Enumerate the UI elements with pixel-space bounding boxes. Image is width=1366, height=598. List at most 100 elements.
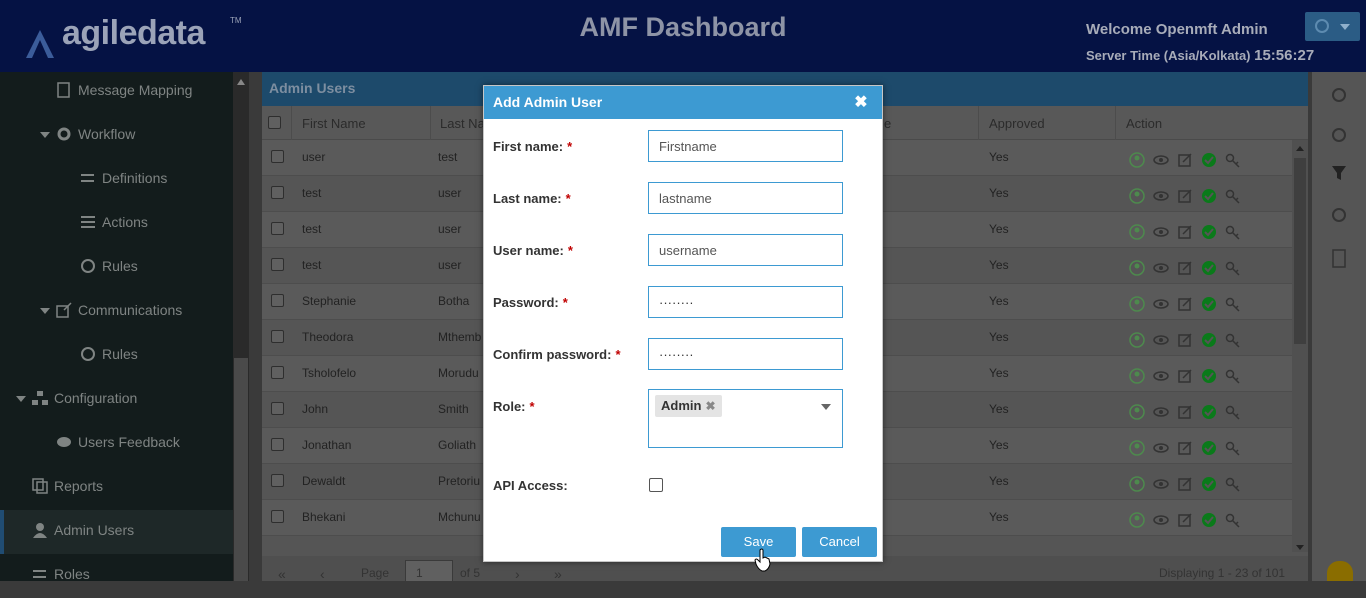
row-checkbox[interactable] bbox=[271, 222, 284, 235]
check-circle-icon[interactable] bbox=[1201, 296, 1217, 312]
scroll-up-icon[interactable] bbox=[1296, 146, 1304, 151]
last-page-icon[interactable]: » bbox=[554, 566, 562, 582]
first-page-icon[interactable]: « bbox=[278, 566, 286, 582]
role-select[interactable]: Admin ✖ bbox=[648, 389, 843, 448]
check-circle-icon[interactable] bbox=[1201, 368, 1217, 384]
eye-icon[interactable] bbox=[1153, 152, 1169, 168]
sidebar-item-reports[interactable]: Reports bbox=[0, 466, 233, 510]
key-icon[interactable] bbox=[1225, 224, 1241, 240]
page-number-input[interactable]: 1 bbox=[405, 560, 453, 582]
cancel-button[interactable]: Cancel bbox=[802, 527, 877, 557]
key-icon[interactable] bbox=[1225, 332, 1241, 348]
scrollbar-thumb[interactable] bbox=[1294, 158, 1306, 344]
eye-icon[interactable] bbox=[1153, 332, 1169, 348]
sidebar-item-definitions[interactable]: Definitions bbox=[0, 158, 233, 202]
edit-icon[interactable] bbox=[1177, 188, 1193, 204]
key-icon[interactable] bbox=[1225, 260, 1241, 276]
user-name-field[interactable] bbox=[648, 234, 843, 266]
user-circle-icon[interactable] bbox=[1129, 404, 1145, 420]
sidebar-item-message-mapping[interactable]: Message Mapping bbox=[0, 70, 233, 114]
prev-page-icon[interactable]: ‹ bbox=[320, 566, 325, 582]
row-checkbox[interactable] bbox=[271, 510, 284, 523]
scroll-up-icon[interactable] bbox=[237, 79, 245, 85]
row-checkbox[interactable] bbox=[271, 474, 284, 487]
eye-icon[interactable] bbox=[1153, 368, 1169, 384]
row-checkbox[interactable] bbox=[271, 150, 284, 163]
sidebar-item-configuration[interactable]: Configuration bbox=[0, 378, 233, 422]
sidebar-item-rules[interactable]: Rules bbox=[0, 334, 233, 378]
key-icon[interactable] bbox=[1225, 512, 1241, 528]
check-circle-icon[interactable] bbox=[1201, 152, 1217, 168]
eye-icon[interactable] bbox=[1153, 260, 1169, 276]
confirm-password-field[interactable] bbox=[648, 338, 843, 370]
chevron-down-icon[interactable] bbox=[821, 404, 831, 410]
column-last-name[interactable]: Last Na bbox=[440, 116, 485, 131]
scrollbar-thumb[interactable] bbox=[234, 358, 248, 581]
first-name-field[interactable] bbox=[648, 130, 843, 162]
row-checkbox[interactable] bbox=[271, 402, 284, 415]
sidebar-item-actions[interactable]: Actions bbox=[0, 202, 233, 246]
close-icon[interactable]: ✖ bbox=[852, 94, 870, 112]
eye-icon[interactable] bbox=[1153, 476, 1169, 492]
sidebar-item-users-feedback[interactable]: Users Feedback bbox=[0, 422, 233, 466]
eye-icon[interactable] bbox=[1153, 512, 1169, 528]
user-circle-icon[interactable] bbox=[1129, 440, 1145, 456]
check-circle-icon[interactable] bbox=[1201, 332, 1217, 348]
user-circle-icon[interactable] bbox=[1129, 152, 1145, 168]
edit-icon[interactable] bbox=[1177, 332, 1193, 348]
column-approved[interactable]: Approved bbox=[989, 116, 1045, 131]
user-circle-icon[interactable] bbox=[1129, 296, 1145, 312]
column-partial[interactable]: e bbox=[884, 116, 891, 131]
column-first-name[interactable]: First Name bbox=[302, 116, 366, 131]
user-circle-icon[interactable] bbox=[1129, 224, 1145, 240]
user-circle-icon[interactable] bbox=[1129, 476, 1145, 492]
check-circle-icon[interactable] bbox=[1201, 188, 1217, 204]
key-icon[interactable] bbox=[1225, 368, 1241, 384]
check-circle-icon[interactable] bbox=[1201, 512, 1217, 528]
sidebar-item-workflow[interactable]: Workflow bbox=[0, 114, 233, 158]
eye-icon[interactable] bbox=[1153, 440, 1169, 456]
edit-icon[interactable] bbox=[1177, 440, 1193, 456]
sidebar-item-admin-users[interactable]: Admin Users bbox=[0, 510, 233, 554]
edit-icon[interactable] bbox=[1177, 152, 1193, 168]
edit-icon[interactable] bbox=[1177, 296, 1193, 312]
edit-icon[interactable] bbox=[1177, 368, 1193, 384]
add-icon[interactable] bbox=[1326, 82, 1352, 108]
row-checkbox[interactable] bbox=[271, 294, 284, 307]
next-page-icon[interactable]: › bbox=[515, 566, 520, 582]
edit-icon[interactable] bbox=[1177, 476, 1193, 492]
remove-tag-icon[interactable]: ✖ bbox=[705, 399, 715, 413]
user-circle-icon[interactable] bbox=[1129, 260, 1145, 276]
check-circle-icon[interactable] bbox=[1201, 224, 1217, 240]
sidebar-item-roles[interactable]: Roles bbox=[0, 554, 233, 598]
user-circle-icon[interactable] bbox=[1129, 332, 1145, 348]
check-circle-icon[interactable] bbox=[1201, 476, 1217, 492]
user-menu-button[interactable] bbox=[1305, 12, 1360, 41]
user-circle-icon[interactable] bbox=[1129, 368, 1145, 384]
search-icon[interactable] bbox=[1326, 122, 1352, 148]
sidebar-scrollbar[interactable] bbox=[233, 72, 249, 581]
edit-icon[interactable] bbox=[1177, 512, 1193, 528]
export-icon[interactable] bbox=[1326, 246, 1352, 272]
key-icon[interactable] bbox=[1225, 296, 1241, 312]
row-checkbox[interactable] bbox=[271, 258, 284, 271]
eye-icon[interactable] bbox=[1153, 296, 1169, 312]
key-icon[interactable] bbox=[1225, 152, 1241, 168]
row-checkbox[interactable] bbox=[271, 438, 284, 451]
check-circle-icon[interactable] bbox=[1201, 260, 1217, 276]
row-checkbox[interactable] bbox=[271, 186, 284, 199]
select-all-checkbox[interactable] bbox=[268, 116, 281, 129]
last-name-field[interactable] bbox=[648, 182, 843, 214]
grid-scrollbar[interactable] bbox=[1292, 140, 1308, 552]
key-icon[interactable] bbox=[1225, 440, 1241, 456]
user-circle-icon[interactable] bbox=[1129, 512, 1145, 528]
key-icon[interactable] bbox=[1225, 476, 1241, 492]
edit-icon[interactable] bbox=[1177, 404, 1193, 420]
eye-icon[interactable] bbox=[1153, 188, 1169, 204]
edit-icon[interactable] bbox=[1177, 260, 1193, 276]
api-access-checkbox[interactable] bbox=[649, 478, 663, 492]
password-field[interactable] bbox=[648, 286, 843, 318]
key-icon[interactable] bbox=[1225, 404, 1241, 420]
scroll-down-icon[interactable] bbox=[1296, 545, 1304, 550]
key-icon[interactable] bbox=[1225, 188, 1241, 204]
